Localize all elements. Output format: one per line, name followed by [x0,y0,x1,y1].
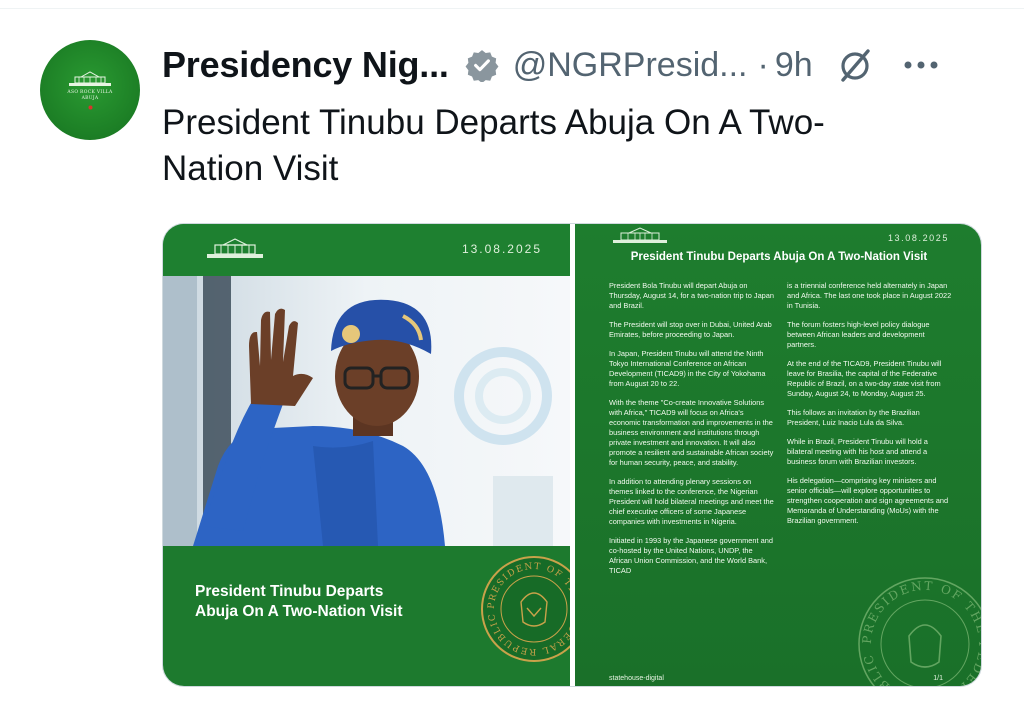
author-avatar[interactable]: ASO ROCK VILLA ABUJA [40,40,140,140]
media-image-left[interactable]: 13.08.2025 President Tinubu Departs Abuj… [163,224,570,686]
article-column-left: President Bola Tinubu will depart Abuja … [609,281,775,585]
star-icon [88,105,92,109]
grok-icon[interactable] [835,45,875,85]
state-house-logo [207,238,263,258]
paragraph: The President will stop over in Dubai, U… [609,320,772,339]
paragraph: In addition to attending plenary session… [609,477,774,526]
seal-right-text: PRESIDENT OF THE FEDERAL REPUBLIC · [855,574,981,686]
left-card-title: President Tinubu Departs Abuja On A Two-… [195,583,403,620]
paragraph: President Bola Tinubu will depart Abuja … [609,281,775,310]
presidential-seal-watermark-icon: PRESIDENT OF THE FEDERAL REPUBLIC · [855,574,982,687]
tweet-media[interactable]: 13.08.2025 President Tinubu Departs Abuj… [162,223,982,687]
aso-rock-building-icon [69,70,111,86]
tweet-header: Presidency Nig... @NGRPresid... · 9h [162,40,994,90]
avatar-caption: ASO ROCK VILLA ABUJA [67,89,113,101]
right-date: 13.08.2025 [887,233,949,243]
paragraph: This follows an invitation by the Brazil… [787,408,920,427]
author-name[interactable]: Presidency Nig... [162,44,449,86]
footer-credit: statehouse-digital [609,675,664,682]
paragraph: At the end of the TICAD9, President Tinu… [787,359,942,398]
president-photo [163,276,570,546]
media-image-right[interactable]: 13.08.2025 President Tinubu Departs Abuj… [575,224,982,687]
paragraph: The forum fosters high-level policy dial… [787,320,930,349]
paragraph: His delegation—comprising key ministers … [787,476,949,525]
left-date: 13.08.2025 [461,242,542,256]
paragraph: Initiated in 1993 by the Japanese govern… [609,536,773,575]
presidential-seal-icon: PRESIDENT OF THE FEDERAL REPUBLIC · SEAL… [479,554,570,662]
article-column-right: is a triennial conference held alternate… [787,281,953,535]
separator-dot: · [757,45,769,84]
paragraph: In Japan, President Tinubu will attend t… [609,349,766,388]
tweet-text: President Tinubu Departs Abuja On A Two-… [162,103,825,188]
state-house-logo [613,227,667,243]
timestamp[interactable]: 9h [775,46,813,85]
top-divider [0,8,1024,9]
svg-text:PRESIDENT OF THE FEDERAL REPUB: PRESIDENT OF THE FEDERAL REPUBLIC · [855,574,982,687]
page-indicator: 1/1 [933,675,943,682]
more-options-icon[interactable] [903,58,939,72]
paragraph: With the theme "Co-create Innovative Sol… [609,398,774,467]
right-card-title: President Tinubu Departs Abuja On A Two-… [630,251,928,263]
paragraph: While in Brazil, President Tinubu will h… [787,437,928,466]
paragraph: is a triennial conference held alternate… [787,281,952,310]
verified-badge-icon[interactable] [465,48,499,82]
author-handle[interactable]: @NGRPresid... [513,46,748,85]
